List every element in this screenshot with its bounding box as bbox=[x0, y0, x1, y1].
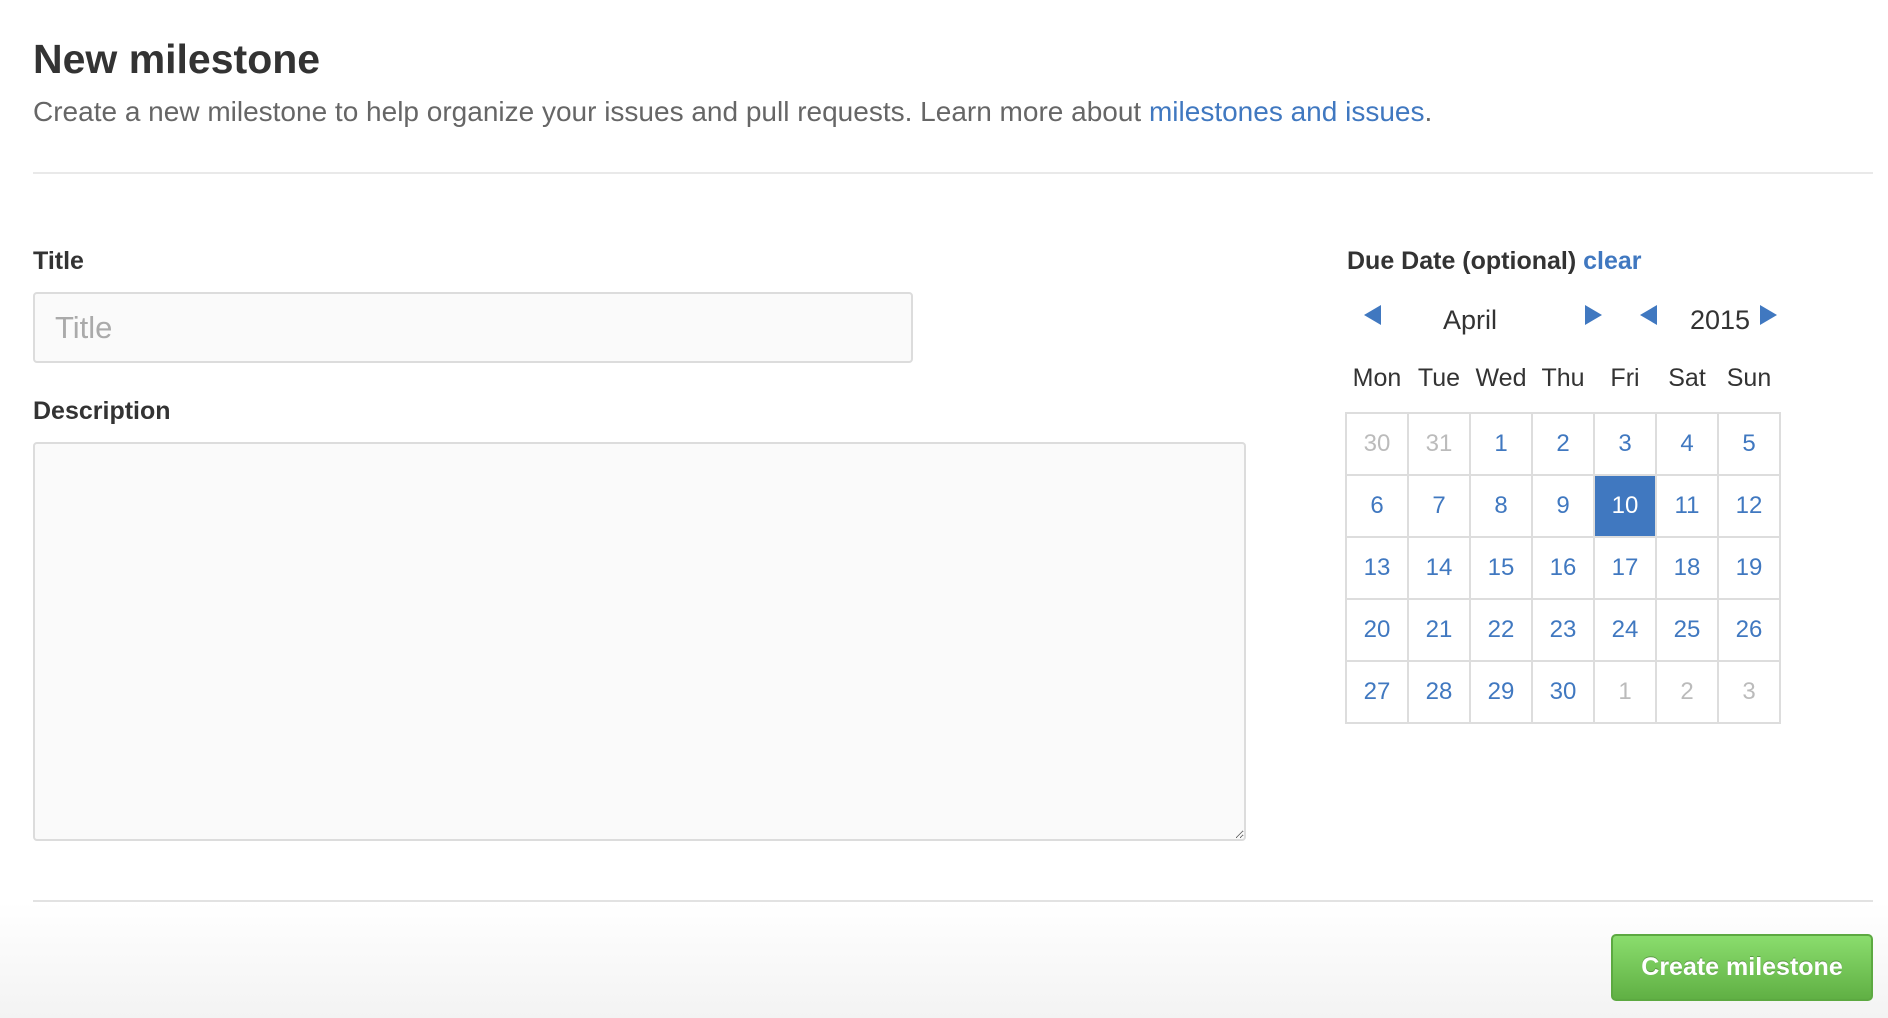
calendar-day[interactable]: 20 bbox=[1347, 600, 1409, 662]
calendar-day[interactable]: 16 bbox=[1533, 538, 1595, 600]
calendar-weekdays: Mon Tue Wed Thu Fri Sat Sun bbox=[1346, 362, 1780, 394]
clear-date-link[interactable]: clear bbox=[1583, 247, 1641, 275]
calendar-day[interactable]: 21 bbox=[1409, 600, 1471, 662]
description-label: Description bbox=[33, 397, 171, 425]
calendar-day[interactable]: 2 bbox=[1657, 662, 1719, 724]
calendar-day[interactable]: 9 bbox=[1533, 476, 1595, 538]
previous-year-icon[interactable] bbox=[1640, 305, 1657, 325]
page-description-suffix: . bbox=[1424, 96, 1433, 127]
calendar-day[interactable]: 5 bbox=[1719, 414, 1781, 476]
calendar-day[interactable]: 15 bbox=[1471, 538, 1533, 600]
calendar-day[interactable]: 7 bbox=[1409, 476, 1471, 538]
calendar-day[interactable]: 13 bbox=[1347, 538, 1409, 600]
calendar-day[interactable]: 8 bbox=[1471, 476, 1533, 538]
calendar-day[interactable]: 1 bbox=[1595, 662, 1657, 724]
calendar-day[interactable]: 25 bbox=[1657, 600, 1719, 662]
calendar-day[interactable]: 22 bbox=[1471, 600, 1533, 662]
header-divider bbox=[33, 172, 1873, 174]
calendar-day[interactable]: 24 bbox=[1595, 600, 1657, 662]
next-year-icon[interactable] bbox=[1760, 305, 1777, 325]
calendar-day[interactable]: 27 bbox=[1347, 662, 1409, 724]
calendar-day[interactable]: 17 bbox=[1595, 538, 1657, 600]
page-description-text: Create a new milestone to help organize … bbox=[33, 96, 1149, 127]
due-date-label: Due Date (optional) clear bbox=[1347, 245, 1642, 277]
calendar-day[interactable]: 14 bbox=[1409, 538, 1471, 600]
calendar-day[interactable]: 19 bbox=[1719, 538, 1781, 600]
calendar-month: April bbox=[1442, 305, 1497, 335]
calendar-day[interactable]: 1 bbox=[1471, 414, 1533, 476]
weekday-wed: Wed bbox=[1475, 364, 1527, 392]
calendar-day[interactable]: 28 bbox=[1409, 662, 1471, 724]
calendar-year: 2015 bbox=[1689, 305, 1751, 335]
description-textarea[interactable] bbox=[33, 442, 1246, 841]
calendar-day[interactable]: 29 bbox=[1471, 662, 1533, 724]
calendar-day[interactable]: 3 bbox=[1595, 414, 1657, 476]
next-month-icon[interactable] bbox=[1585, 305, 1602, 325]
calendar-grid: 30 31 1 2 3 4 5 6 7 8 9 10 11 12 13 14 15 16 17 18 19 20 21 22 2… bbox=[1345, 412, 1781, 724]
weekday-mon: Mon bbox=[1352, 364, 1402, 392]
calendar-day[interactable]: 23 bbox=[1533, 600, 1595, 662]
calendar-day[interactable]: 4 bbox=[1657, 414, 1719, 476]
weekday-fri: Fri bbox=[1610, 364, 1640, 392]
calendar-day[interactable]: 30 bbox=[1347, 414, 1409, 476]
calendar-day[interactable]: 3 bbox=[1719, 662, 1781, 724]
weekday-sun: Sun bbox=[1726, 364, 1772, 392]
weekday-tue: Tue bbox=[1417, 364, 1461, 392]
footer-background bbox=[0, 902, 1888, 1018]
title-label: Title bbox=[33, 247, 84, 275]
due-date-label-text: Due Date (optional) bbox=[1347, 247, 1577, 275]
calendar-day[interactable]: 26 bbox=[1719, 600, 1781, 662]
milestones-and-issues-link[interactable]: milestones and issues bbox=[1149, 96, 1424, 127]
weekday-thu: Thu bbox=[1541, 364, 1585, 392]
calendar-day[interactable]: 11 bbox=[1657, 476, 1719, 538]
previous-month-icon[interactable] bbox=[1364, 305, 1381, 325]
page-title: New milestone bbox=[33, 36, 321, 82]
calendar-day[interactable]: 30 bbox=[1533, 662, 1595, 724]
weekday-sat: Sat bbox=[1668, 364, 1706, 392]
calendar-day-selected[interactable]: 10 bbox=[1595, 476, 1657, 538]
calendar-day[interactable]: 31 bbox=[1409, 414, 1471, 476]
create-milestone-button[interactable]: Create milestone bbox=[1611, 934, 1873, 1001]
calendar-day[interactable]: 12 bbox=[1719, 476, 1781, 538]
title-input[interactable] bbox=[33, 292, 913, 363]
calendar-day[interactable]: 18 bbox=[1657, 538, 1719, 600]
calendar-day[interactable]: 2 bbox=[1533, 414, 1595, 476]
page-description: Create a new milestone to help organize … bbox=[33, 94, 1432, 130]
calendar-day[interactable]: 6 bbox=[1347, 476, 1409, 538]
new-milestone-page: New milestone Create a new milestone to … bbox=[0, 0, 1888, 1018]
